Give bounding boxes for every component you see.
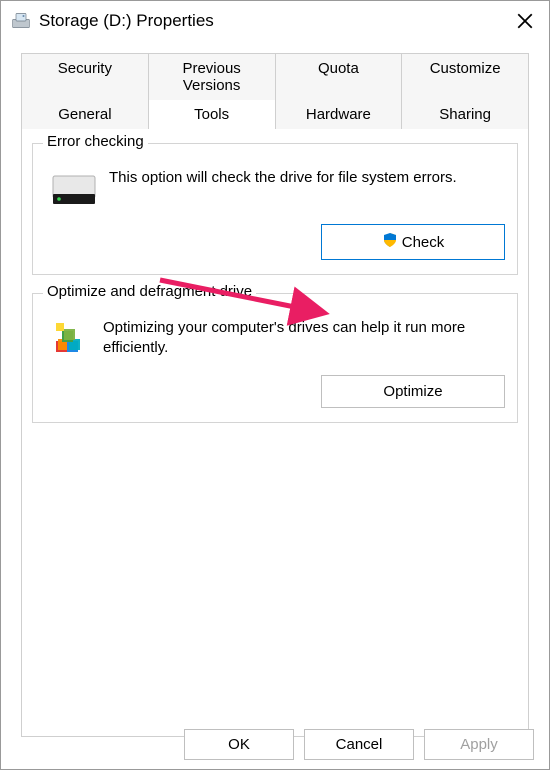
cancel-button[interactable]: Cancel: [304, 729, 414, 760]
tabs-container: Security Previous Versions Quota Customi…: [1, 41, 549, 737]
tab-general[interactable]: General: [21, 100, 149, 129]
group-optimize-legend: Optimize and defragment drive: [43, 283, 256, 300]
tab-security[interactable]: Security: [21, 53, 149, 100]
titlebar: Storage (D:) Properties: [1, 1, 549, 41]
shield-icon: [382, 232, 398, 252]
group-error-checking-legend: Error checking: [43, 133, 148, 150]
tab-tools[interactable]: Tools: [149, 100, 276, 129]
apply-button[interactable]: Apply: [424, 729, 534, 760]
check-button[interactable]: Check: [321, 224, 505, 260]
tab-customize[interactable]: Customize: [402, 53, 529, 100]
close-button[interactable]: [511, 7, 539, 35]
ok-button[interactable]: OK: [184, 729, 294, 760]
group-optimize: Optimize and defragment drive: [32, 293, 518, 423]
optimize-button[interactable]: Optimize: [321, 375, 505, 408]
optimize-description: Optimizing your computer's drives can he…: [103, 318, 505, 359]
tab-content-tools: Error checking This option will check th…: [21, 129, 529, 737]
drive-ssd-icon: [51, 172, 97, 208]
window-title: Storage (D:) Properties: [39, 11, 511, 31]
close-icon: [516, 12, 534, 30]
tab-previous-versions[interactable]: Previous Versions: [149, 53, 276, 100]
tab-quota[interactable]: Quota: [276, 53, 403, 100]
error-checking-description: This option will check the drive for fil…: [109, 168, 505, 188]
drive-icon: [11, 11, 31, 31]
group-error-checking: Error checking This option will check th…: [32, 143, 518, 275]
check-button-label: Check: [402, 234, 445, 251]
tab-hardware[interactable]: Hardware: [276, 100, 403, 129]
dialog-button-bar: OK Cancel Apply: [184, 729, 534, 760]
optimize-button-label: Optimize: [383, 383, 442, 400]
tab-sharing[interactable]: Sharing: [402, 100, 529, 129]
defrag-icon: [51, 318, 91, 358]
